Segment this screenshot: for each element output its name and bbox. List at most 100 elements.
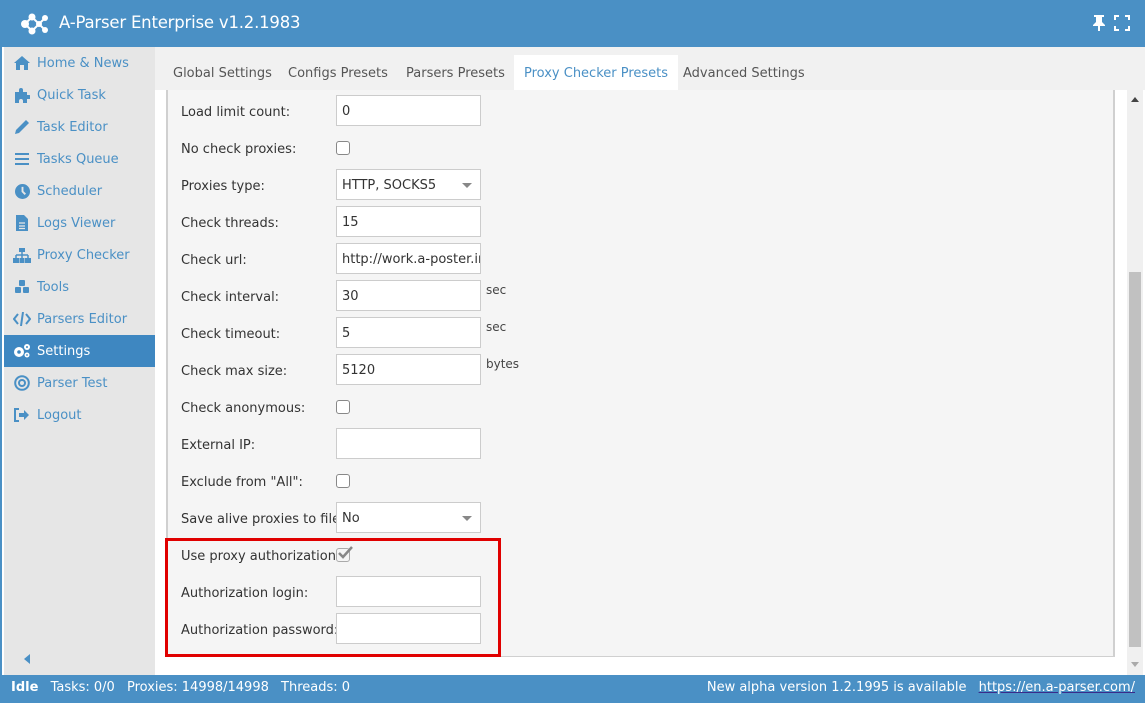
sidebar-item-parser-test[interactable]: Parser Test bbox=[4, 367, 155, 399]
sidebar-item-scheduler[interactable]: Scheduler bbox=[4, 175, 155, 207]
check-timeout-label: Check timeout: bbox=[181, 327, 281, 342]
check-anonymous-row: Check anonymous: bbox=[168, 390, 1068, 427]
tab-advanced-settings[interactable]: Advanced Settings bbox=[673, 55, 815, 90]
use-proxy-auth-label: Use proxy authorization: bbox=[181, 549, 341, 564]
load-limit-count-input[interactable]: 0 bbox=[336, 95, 481, 126]
update-notice: New alpha version 1.2.1995 is available bbox=[706, 680, 967, 695]
status-bar: Idle Tasks: 0/0 Proxies: 14998/14998 Thr… bbox=[2, 675, 1145, 701]
tab-parsers-presets[interactable]: Parsers Presets bbox=[396, 55, 515, 90]
status-proxies: Proxies: 14998/14998 bbox=[126, 680, 269, 695]
auth-password-input[interactable] bbox=[336, 613, 481, 644]
list-icon bbox=[13, 151, 31, 167]
check-threads-input[interactable]: 15 bbox=[336, 206, 481, 237]
sidebar-item-label: Tools bbox=[37, 279, 70, 295]
tab-configs-presets[interactable]: Configs Presets bbox=[278, 55, 398, 90]
title-bar: A-Parser Enterprise v1.2.1983 bbox=[2, 0, 1145, 47]
puzzle-icon bbox=[13, 87, 31, 103]
sidebar-item-task-editor[interactable]: Task Editor bbox=[4, 111, 155, 143]
sidebar-item-quick-task[interactable]: Quick Task bbox=[4, 79, 155, 111]
save-alive-proxies-label: Save alive proxies to file: bbox=[181, 512, 345, 527]
no-check-proxies-label: No check proxies: bbox=[181, 142, 297, 157]
exclude-from-all-row: Exclude from "All": bbox=[168, 464, 1068, 501]
check-threads-label: Check threads: bbox=[181, 216, 279, 231]
auth-password-row: Authorization password: bbox=[168, 612, 1068, 649]
check-max-size-row: Check max size: 5120 bytes bbox=[168, 353, 1068, 390]
exclude-from-all-checkbox[interactable] bbox=[336, 474, 350, 488]
check-max-size-input[interactable]: 5120 bbox=[336, 354, 481, 385]
main-content: Global Settings Configs Presets Parsers … bbox=[155, 47, 1145, 675]
proxy-checker-form: Load limit count: 0 No check proxies: Pr… bbox=[166, 90, 1115, 657]
sidebar-item-label: Task Editor bbox=[37, 119, 108, 135]
proxies-type-select[interactable]: HTTP, SOCKS5 bbox=[336, 169, 481, 200]
check-anonymous-checkbox[interactable] bbox=[336, 400, 350, 414]
fullscreen-icon[interactable] bbox=[1114, 15, 1130, 31]
sidebar-item-logout[interactable]: Logout bbox=[4, 399, 155, 431]
sitemap-icon bbox=[13, 247, 31, 263]
sidebar-item-settings[interactable]: Settings bbox=[4, 335, 155, 367]
use-proxy-auth-checkbox[interactable] bbox=[336, 546, 353, 562]
app-title: A-Parser Enterprise v1.2.1983 bbox=[59, 13, 301, 32]
load-limit-count-label: Load limit count: bbox=[181, 105, 291, 120]
sidebar-item-home-news[interactable]: Home & News bbox=[4, 47, 155, 79]
app-logo-icon bbox=[21, 13, 48, 35]
check-url-label: Check url: bbox=[181, 253, 247, 268]
external-ip-row: External IP: bbox=[168, 427, 1068, 464]
sidebar-item-logs-viewer[interactable]: Logs Viewer bbox=[4, 207, 155, 239]
tab-global-settings[interactable]: Global Settings bbox=[163, 55, 282, 90]
collapse-sidebar-icon[interactable] bbox=[24, 654, 30, 664]
sidebar-item-label: Logs Viewer bbox=[37, 215, 116, 231]
exclude-from-all-label: Exclude from "All": bbox=[181, 475, 303, 490]
auth-login-row: Authorization login: bbox=[168, 575, 1068, 612]
proxies-type-value: HTTP, SOCKS5 bbox=[342, 178, 437, 193]
external-ip-input[interactable] bbox=[336, 428, 481, 459]
check-timeout-unit: sec bbox=[486, 320, 507, 334]
sidebar-item-tools[interactable]: Tools bbox=[4, 271, 155, 303]
scroll-thumb[interactable] bbox=[1129, 272, 1141, 647]
save-alive-proxies-row: Save alive proxies to file: No bbox=[168, 501, 1068, 538]
no-check-proxies-row: No check proxies: bbox=[168, 131, 1068, 168]
chevron-down-icon bbox=[462, 183, 472, 188]
sidebar-item-label: Quick Task bbox=[37, 87, 106, 103]
code-icon bbox=[13, 311, 31, 327]
check-timeout-input[interactable]: 5 bbox=[336, 317, 481, 348]
check-interval-unit: sec bbox=[486, 283, 507, 297]
load-limit-count-row: Load limit count: 0 bbox=[168, 94, 1068, 131]
sidebar-item-label: Settings bbox=[37, 343, 91, 359]
check-url-row: Check url: http://work.a-poster.in bbox=[168, 242, 1068, 279]
scroll-down-icon[interactable] bbox=[1131, 662, 1139, 667]
save-alive-proxies-value: No bbox=[342, 511, 360, 526]
sign-out-icon bbox=[13, 407, 31, 423]
check-threads-row: Check threads: 15 bbox=[168, 205, 1068, 242]
status-threads: Threads: 0 bbox=[281, 680, 351, 695]
website-link[interactable]: https://en.a-parser.com/ bbox=[979, 680, 1135, 695]
sidebar-item-label: Scheduler bbox=[37, 183, 103, 199]
save-alive-proxies-select[interactable]: No bbox=[336, 502, 481, 533]
sidebar-item-proxy-checker[interactable]: Proxy Checker bbox=[4, 239, 155, 271]
auth-login-label: Authorization login: bbox=[181, 586, 309, 601]
cubes-icon bbox=[13, 279, 31, 295]
tab-proxy-checker-presets[interactable]: Proxy Checker Presets bbox=[514, 55, 679, 90]
auth-login-input[interactable] bbox=[336, 576, 481, 607]
gears-icon bbox=[13, 343, 31, 359]
check-interval-input[interactable]: 30 bbox=[336, 280, 481, 311]
check-interval-row: Check interval: 30 sec bbox=[168, 279, 1068, 316]
check-anonymous-label: Check anonymous: bbox=[181, 401, 306, 416]
vertical-scrollbar[interactable] bbox=[1127, 90, 1143, 675]
check-max-size-unit: bytes bbox=[486, 357, 520, 371]
no-check-proxies-checkbox[interactable] bbox=[336, 141, 350, 155]
sidebar-item-label: Parser Test bbox=[37, 375, 108, 391]
file-icon bbox=[13, 215, 31, 231]
pin-icon[interactable] bbox=[1091, 14, 1107, 32]
check-url-input[interactable]: http://work.a-poster.in bbox=[336, 243, 481, 274]
sidebar-item-parsers-editor[interactable]: Parsers Editor bbox=[4, 303, 155, 335]
check-interval-label: Check interval: bbox=[181, 290, 280, 305]
auth-password-label: Authorization password: bbox=[181, 623, 339, 638]
settings-tabs: Global Settings Configs Presets Parsers … bbox=[155, 47, 1145, 90]
proxies-type-row: Proxies type: HTTP, SOCKS5 bbox=[168, 168, 1068, 205]
sidebar-item-tasks-queue[interactable]: Tasks Queue bbox=[4, 143, 155, 175]
sidebar-nav: Home & News Quick Task Task Editor Tasks… bbox=[4, 47, 155, 675]
external-ip-label: External IP: bbox=[181, 438, 256, 453]
status-tasks: Tasks: 0/0 bbox=[50, 680, 115, 695]
sidebar-item-label: Proxy Checker bbox=[37, 247, 130, 263]
scroll-up-icon[interactable] bbox=[1131, 97, 1139, 102]
